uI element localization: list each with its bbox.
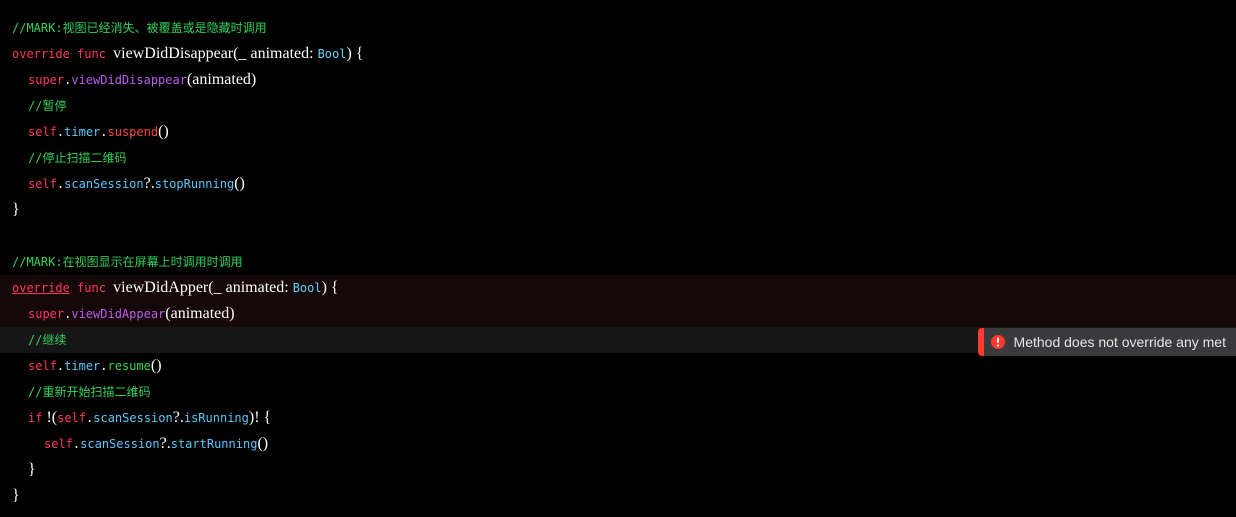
code-line: self.timer.resume(): [0, 353, 1236, 379]
code-line: self.scanSession?.startRunning(): [0, 431, 1236, 457]
method-startrunning: startRunning: [171, 437, 258, 451]
param-animated: animated: [250, 45, 309, 62]
code-line: self.timer.suspend(): [0, 119, 1236, 145]
comment-pause: //暂停: [28, 99, 66, 113]
prop-timer: timer: [64, 359, 100, 373]
prop-scansession: scanSession: [80, 437, 159, 451]
keyword-self: self: [28, 177, 57, 191]
keyword-self: self: [28, 359, 57, 373]
comment-stopscan: //停止扫描二维码: [28, 151, 126, 165]
close-brace: }: [12, 487, 20, 504]
method-stoprunning: stopRunning: [155, 177, 234, 191]
code-editor[interactable]: //MARK:视图已经消失、被覆盖或是隐藏时调用 override func v…: [0, 0, 1236, 517]
function-name: viewDidApper: [113, 279, 208, 296]
arg-animated: animated: [192, 71, 251, 88]
error-message: Method does not override any met: [1014, 334, 1226, 350]
code-line: //重新开始扫描二维码: [0, 379, 1236, 405]
error-icon: [990, 334, 1006, 350]
prop-scansession: scanSession: [93, 411, 172, 425]
prop-scansession: scanSession: [64, 177, 143, 191]
error-banner[interactable]: Method does not override any met: [978, 328, 1236, 356]
close-brace: }: [28, 461, 36, 478]
code-line: //MARK:视图已经消失、被覆盖或是隐藏时调用: [0, 15, 1236, 41]
param-animated: animated: [226, 279, 285, 296]
super-method: viewDidDisappear: [71, 73, 187, 87]
blank-line: [0, 223, 1236, 249]
comment-mark: //MARK:视图已经消失、被覆盖或是隐藏时调用: [12, 21, 267, 35]
code-line: override func viewDidDisappear(_ animate…: [0, 41, 1236, 67]
code-line: //MARK:在视图显示在屏幕上时调用时调用: [0, 249, 1236, 275]
function-name: viewDidDisappear: [113, 45, 233, 62]
code-line: }: [0, 483, 1236, 509]
code-line: if !(self.scanSession?.isRunning)! {: [0, 405, 1236, 431]
keyword-super: super: [28, 73, 64, 87]
code-line: }: [0, 457, 1236, 483]
keyword-func: func: [77, 281, 106, 295]
arg-animated: animated: [171, 305, 230, 322]
code-line: //停止扫描二维码: [0, 145, 1236, 171]
code-line: //暂停: [0, 93, 1236, 119]
code-line-error: override func viewDidApper(_ animated: B…: [0, 275, 1236, 301]
comment-restart: //重新开始扫描二维码: [28, 385, 150, 399]
code-line: self.scanSession?.stopRunning(): [0, 171, 1236, 197]
keyword-override: override: [12, 47, 70, 61]
comment-mark: //MARK:在视图显示在屏幕上时调用时调用: [12, 255, 243, 269]
type-bool: Bool: [293, 281, 322, 295]
comment-continue: //继续: [28, 333, 66, 347]
code-line: }: [0, 197, 1236, 223]
fn-tail: ) {: [346, 45, 363, 62]
close-brace: }: [12, 201, 20, 218]
params-open: (_: [233, 45, 250, 62]
method-resume: resume: [108, 359, 151, 373]
super-method: viewDidAppear: [71, 307, 165, 321]
prop-timer: timer: [64, 125, 100, 139]
keyword-self: self: [44, 437, 73, 451]
code-line: super.viewDidDisappear(animated): [0, 67, 1236, 93]
type-bool: Bool: [318, 47, 347, 61]
method-suspend: suspend: [108, 125, 159, 139]
code-line: super.viewDidAppear(animated): [0, 301, 1236, 327]
prop-isrunning: isRunning: [184, 411, 249, 425]
keyword-func: func: [77, 47, 106, 61]
keyword-if: if: [28, 411, 42, 425]
keyword-self: self: [28, 125, 57, 139]
keyword-self: self: [57, 411, 86, 425]
keyword-super: super: [28, 307, 64, 321]
keyword-override-error: override: [12, 281, 70, 295]
